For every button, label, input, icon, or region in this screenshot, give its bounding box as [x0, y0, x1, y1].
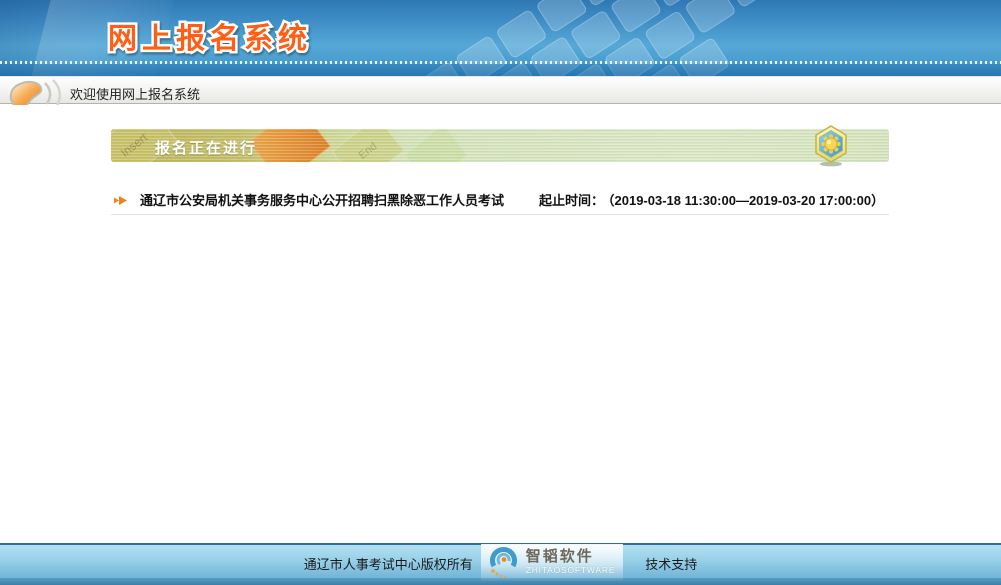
- site-title-wrap: 网上报名系统: [100, 10, 520, 66]
- section-header: Insert End 报名正在进行: [111, 129, 889, 162]
- end-key-label: End: [357, 140, 380, 162]
- zhitao-swirl-icon: [487, 544, 521, 580]
- footer: 通辽市人事考试中心版权所有 智韬软件 ZHITAOSOFTWARE 技术支持: [0, 543, 1001, 585]
- site-title: 网上报名系统: [108, 21, 312, 55]
- exam-time-range: （2019-03-18 11:30:00—2019-03-20 17:00:00…: [608, 193, 884, 208]
- exam-time: 起止时间： （2019-03-18 11:30:00—2019-03-20 17:…: [539, 190, 884, 209]
- main-content: Insert End 报名正在进行: [0, 105, 1001, 543]
- zhitao-logo: 智韬软件 ZHITAOSOFTWARE: [481, 544, 624, 581]
- orange-key-decoration: [249, 129, 331, 162]
- welcome-text: 欢迎使用网上报名系统: [70, 84, 200, 103]
- exam-link[interactable]: 通辽市公安局机关事务服务中心公开招聘扫黑除恶工作人员考试: [140, 190, 504, 209]
- arrow-icon: [113, 195, 129, 206]
- zhitao-logo-name: 智韬软件: [526, 549, 616, 564]
- exam-row: 通辽市公安局机关事务服务中心公开招聘扫黑除恶工作人员考试 起止时间： （2019-…: [111, 183, 889, 215]
- globe-gear-badge-icon: [813, 125, 849, 167]
- section-title: 报名正在进行: [155, 137, 257, 158]
- welcome-bar: 欢迎使用网上报名系统: [0, 76, 1001, 104]
- end-key-decoration: End: [332, 129, 405, 162]
- insert-key-label: Insert: [118, 130, 150, 160]
- green-key-decoration: [404, 129, 468, 162]
- copyright-text: 通辽市人事考试中心版权所有: [304, 554, 473, 573]
- exam-time-label: 起止时间：: [539, 193, 604, 208]
- tech-support-link[interactable]: 技术支持: [645, 554, 697, 573]
- zhitao-logo-subtitle: ZHITAOSOFTWARE: [526, 566, 616, 575]
- site-banner: 网上报名系统: [0, 0, 1001, 76]
